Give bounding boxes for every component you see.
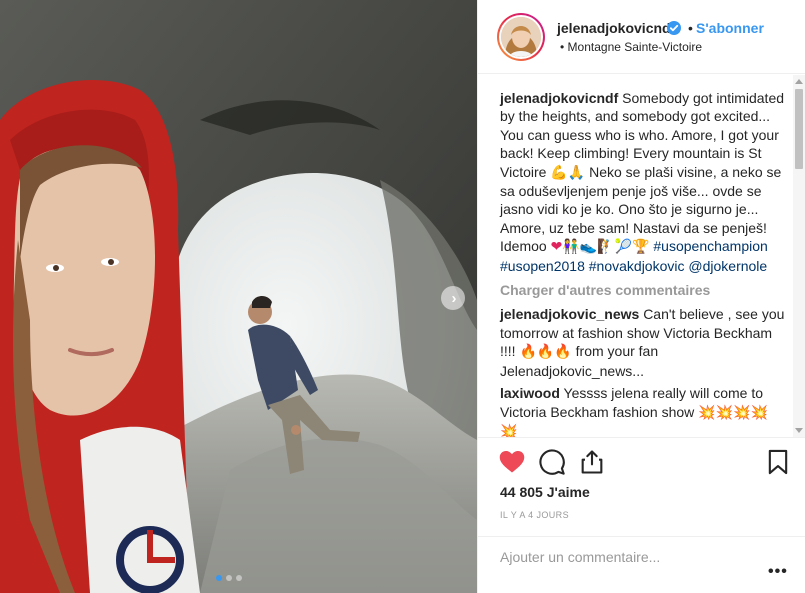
carousel-dot-1 xyxy=(216,575,222,581)
carousel-dot-2 xyxy=(226,575,232,581)
avatar[interactable] xyxy=(497,13,545,61)
post-timestamp[interactable]: IL Y A 4 JOURS xyxy=(500,510,569,520)
hashtag-link[interactable]: #novakdjokovic xyxy=(589,258,685,274)
post-actions: 44 805 J'aime IL Y A 4 JOURS xyxy=(478,437,805,547)
hashtag-link[interactable]: #usopenchampion xyxy=(653,238,767,254)
caption: jelenadjokovicndf Somebody got intimidat… xyxy=(500,89,788,275)
scroll-up-arrow-icon[interactable] xyxy=(795,79,803,84)
location-bullet: • xyxy=(560,40,565,54)
caption-emoji-1: 💪🙏 xyxy=(550,164,586,181)
comment-emoji: 🔥🔥🔥 xyxy=(519,344,572,361)
woman-figure xyxy=(0,80,200,593)
load-more-comments-button[interactable]: Charger d'autres commentaires xyxy=(500,281,788,299)
carousel-indicator xyxy=(216,575,242,581)
comment-input[interactable] xyxy=(500,545,740,569)
location-text: Montagne Sainte-Victoire xyxy=(567,40,703,54)
comment-item: laxiwood Yessss jelena really will come … xyxy=(500,384,788,437)
caption-emoji-3: 👫👟🧗🎾🏆 xyxy=(562,239,650,256)
location-link[interactable]: • Montagne Sainte-Victoire xyxy=(560,40,702,54)
post-photo[interactable]: › xyxy=(0,0,477,593)
comments-scrollbar[interactable] xyxy=(793,75,805,437)
add-comment-bar: ••• xyxy=(478,536,805,593)
post-username[interactable]: jelenadjokovicndf xyxy=(557,20,675,36)
scroll-thumb[interactable] xyxy=(795,89,803,169)
header-separator: • xyxy=(688,20,693,36)
verified-badge-icon xyxy=(667,21,681,35)
likes-count[interactable]: 44 805 J'aime xyxy=(500,484,590,500)
photo-image xyxy=(0,0,477,593)
comments-list[interactable]: jelenadjokovicndf Somebody got intimidat… xyxy=(478,75,805,437)
comment-item: jelenadjokovic_news Can't believe , see … xyxy=(500,305,788,380)
post-sidebar: jelenadjokovicndf • S'abonner • Montagne… xyxy=(477,0,805,593)
bookmark-icon[interactable] xyxy=(764,448,792,476)
comment-username[interactable]: jelenadjokovic_news xyxy=(500,306,639,322)
carousel-dot-3 xyxy=(236,575,242,581)
comment-emoji: 💥💥💥💥 xyxy=(698,404,768,421)
comment-bubble-icon[interactable] xyxy=(538,448,566,476)
more-options-icon[interactable]: ••• xyxy=(768,563,788,581)
post-header: jelenadjokovicndf • S'abonner • Montagne… xyxy=(478,0,805,74)
like-heart-icon[interactable] xyxy=(498,448,526,476)
carousel-next-button[interactable]: › xyxy=(441,286,465,310)
share-icon[interactable] xyxy=(578,448,606,476)
caption-username[interactable]: jelenadjokovicndf xyxy=(500,90,618,106)
chevron-right-icon: › xyxy=(451,289,457,307)
comment-username[interactable]: laxiwood xyxy=(500,385,560,401)
scroll-down-arrow-icon[interactable] xyxy=(795,428,803,433)
hashtag-link[interactable]: #usopen2018 xyxy=(500,258,585,274)
mention-link[interactable]: @djokernole xyxy=(688,258,767,274)
comment-emoji-overflow: 💥 xyxy=(500,423,518,437)
avatar-image xyxy=(501,17,541,57)
heart-emoji: ❤ xyxy=(550,239,563,256)
follow-button[interactable]: S'abonner xyxy=(696,20,764,36)
